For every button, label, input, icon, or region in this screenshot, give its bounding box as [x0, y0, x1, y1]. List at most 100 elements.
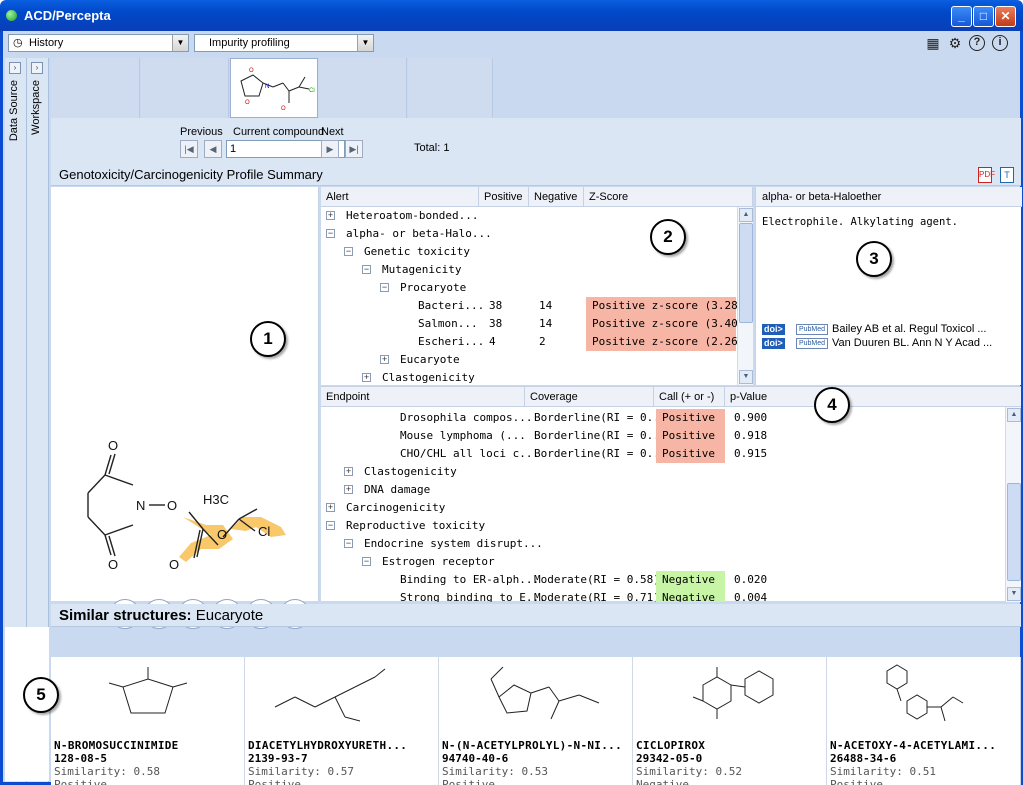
alert-row[interactable]: − Mutagenicity	[321, 261, 737, 279]
col-coverage[interactable]: Coverage	[525, 387, 654, 407]
next-button[interactable]: ▶	[321, 140, 339, 158]
minimize-button[interactable]: _	[951, 6, 972, 27]
collapse-icon[interactable]: −	[344, 539, 353, 548]
collapse-icon[interactable]: −	[362, 557, 371, 566]
total-count: Total: 1	[414, 142, 450, 154]
collapse-icon[interactable]: −	[344, 247, 353, 256]
alert-row[interactable]: Escheri... 4 2 Positive z-score (2.26)	[321, 333, 737, 351]
alert-row[interactable]: Bacteri... 38 14 Positive z-score (3.28)	[321, 297, 737, 315]
col-alert[interactable]: Alert	[321, 187, 479, 207]
current-compound-thumbnail[interactable]: O O O N Cl	[230, 58, 318, 118]
chevron-down-icon[interactable]: ▼	[357, 35, 373, 51]
collapse-icon[interactable]: −	[326, 521, 335, 530]
endpoint-row[interactable]: Drosophila compos... Borderline(RI = 0...…	[321, 409, 1005, 427]
scroll-up-icon[interactable]: ▲	[1007, 408, 1021, 422]
expand-icon[interactable]: ›	[9, 62, 21, 74]
collapse-icon[interactable]: −	[380, 283, 389, 292]
info-icon[interactable]: i	[992, 35, 1008, 51]
alert-row[interactable]: − Procaryote	[321, 279, 737, 297]
similar-structure-card[interactable]: N-ACETOXY-4-ACETYLAMI... 26488-34-6 Simila…	[827, 657, 1021, 785]
module-combo-value: Impurity profiling	[209, 37, 290, 49]
gear-icon[interactable]: ⚙	[946, 34, 964, 52]
expand-icon[interactable]: ›	[31, 62, 43, 74]
text-export-icon[interactable]: T	[1000, 167, 1014, 183]
collapse-icon[interactable]: −	[326, 229, 335, 238]
calculator-icon[interactable]: ▦	[924, 34, 942, 52]
alert-label: Bacteri...	[418, 299, 485, 312]
scroll-thumb[interactable]	[739, 223, 753, 323]
similar-structure-card[interactable]: N-(N-ACETYLPROLYL)-N-NI... 94740-40-6 Simi…	[439, 657, 633, 785]
endpoint-row[interactable]: + Carcinogenicity	[321, 499, 1005, 517]
alert-row[interactable]: Salmon... 38 14 Positive z-score (3.40)	[321, 315, 737, 333]
endpoints-header: Endpoint Coverage Call (+ or -) p-Value	[321, 387, 1021, 407]
col-endpoint[interactable]: Endpoint	[321, 387, 525, 407]
reference-item[interactable]: doi> PubMed Bailey AB et al. Regul Toxic…	[762, 323, 1020, 337]
endpoint-row[interactable]: Binding to ER-alph... Moderate(RI = 0.58)…	[321, 571, 1005, 589]
reference-text: Bailey AB et al. Regul Toxicol ...	[832, 323, 987, 335]
workspace-tab[interactable]: Workspace	[30, 80, 42, 135]
maximize-button[interactable]: □	[973, 6, 994, 27]
endpoint-row[interactable]: + DNA damage	[321, 481, 1005, 499]
nav-cell[interactable]	[319, 58, 407, 118]
endpoint-row[interactable]: Strong binding to E... Moderate(RI = 0.71…	[321, 589, 1005, 602]
alert-row[interactable]: + Clastogenicity	[321, 369, 737, 385]
alert-row[interactable]: + Eucaryote	[321, 351, 737, 369]
nav-cell[interactable]	[141, 58, 229, 118]
positive-count: 38	[489, 317, 503, 330]
endpoint-row[interactable]: − Reproductive toxicity	[321, 517, 1005, 535]
close-button[interactable]: ✕	[995, 6, 1016, 27]
col-call[interactable]: Call (+ or -)	[654, 387, 725, 407]
history-combo[interactable]: ◷ History ▼	[8, 34, 189, 52]
chevron-down-icon[interactable]: ▼	[172, 35, 188, 51]
negative-count: 14	[539, 317, 553, 330]
expand-icon[interactable]: +	[344, 485, 353, 494]
negative-count: 2	[539, 335, 546, 348]
alert-detail-title: alpha- or beta-Haloether	[756, 187, 1022, 207]
module-combo[interactable]: Impurity profiling ▼	[194, 34, 374, 52]
scroll-down-icon[interactable]: ▼	[1007, 587, 1021, 601]
endpoint-row[interactable]: Mouse lymphoma (... Borderline(RI = 0....…	[321, 427, 1005, 445]
col-positive[interactable]: Positive	[479, 187, 529, 207]
call-value: Positive	[656, 409, 725, 427]
scroll-down-icon[interactable]: ▼	[739, 370, 753, 384]
endpoints-scrollbar[interactable]: ▲ ▼	[1005, 407, 1021, 602]
col-z-score[interactable]: Z-Score	[584, 187, 753, 207]
similar-structure-card[interactable]: DIACETYLHYDROXYURETH... 2139-93-7 Similari…	[245, 657, 439, 785]
pubmed-link[interactable]: PubMed	[796, 324, 828, 335]
scroll-up-icon[interactable]: ▲	[739, 208, 753, 222]
previous-button[interactable]: ◀	[204, 140, 222, 158]
p-value: 0.900	[734, 411, 768, 424]
expand-icon[interactable]: +	[326, 503, 335, 512]
similar-structure-card[interactable]: CICLOPIROX 29342-05-0 Similarity: 0.52 Nega…	[633, 657, 827, 785]
coverage: Borderline(RI = 0....	[534, 447, 674, 460]
col-p-value[interactable]: p-Value	[725, 387, 1021, 407]
nav-cell[interactable]	[51, 58, 140, 118]
endpoint-row[interactable]: CHO/CHL all loci c... Borderline(RI = 0..…	[321, 445, 1005, 463]
collapse-icon[interactable]: −	[362, 265, 371, 274]
endpoint-row[interactable]: − Estrogen receptor	[321, 553, 1005, 571]
help-icon[interactable]: ?	[969, 35, 985, 51]
first-icon[interactable]: |◀	[180, 140, 198, 158]
expand-icon[interactable]: +	[380, 355, 389, 364]
last-icon[interactable]: ▶|	[345, 140, 363, 158]
doi-link[interactable]: doi>	[762, 324, 785, 335]
alert-label: Clastogenicity	[382, 371, 475, 384]
expand-icon[interactable]: +	[362, 373, 371, 382]
doi-link[interactable]: doi>	[762, 338, 785, 349]
similar-structure-drawing	[692, 667, 774, 719]
alerts-scrollbar[interactable]: ▲ ▼	[737, 207, 753, 385]
similar-structure-card[interactable]: N-BROMOSUCCINIMIDE 128-08-5 Similarity: 0.…	[51, 657, 245, 785]
expand-icon[interactable]: +	[326, 211, 335, 220]
callout-5: 5	[23, 677, 59, 713]
pubmed-link[interactable]: PubMed	[796, 338, 828, 349]
endpoint-row[interactable]: + Clastogenicity	[321, 463, 1005, 481]
data-source-tab[interactable]: Data Source	[8, 80, 20, 141]
expand-icon[interactable]: +	[344, 467, 353, 476]
pdf-export-icon[interactable]: PDF	[978, 167, 995, 183]
reference-item[interactable]: doi> PubMed Van Duuren BL. Ann N Y Acad …	[762, 337, 1020, 351]
endpoint-row[interactable]: − Endocrine system disrupt...	[321, 535, 1005, 553]
nav-cell[interactable]	[408, 58, 493, 118]
col-negative[interactable]: Negative	[529, 187, 584, 207]
scroll-thumb[interactable]	[1007, 483, 1021, 581]
alert-label: Salmon...	[418, 317, 478, 330]
